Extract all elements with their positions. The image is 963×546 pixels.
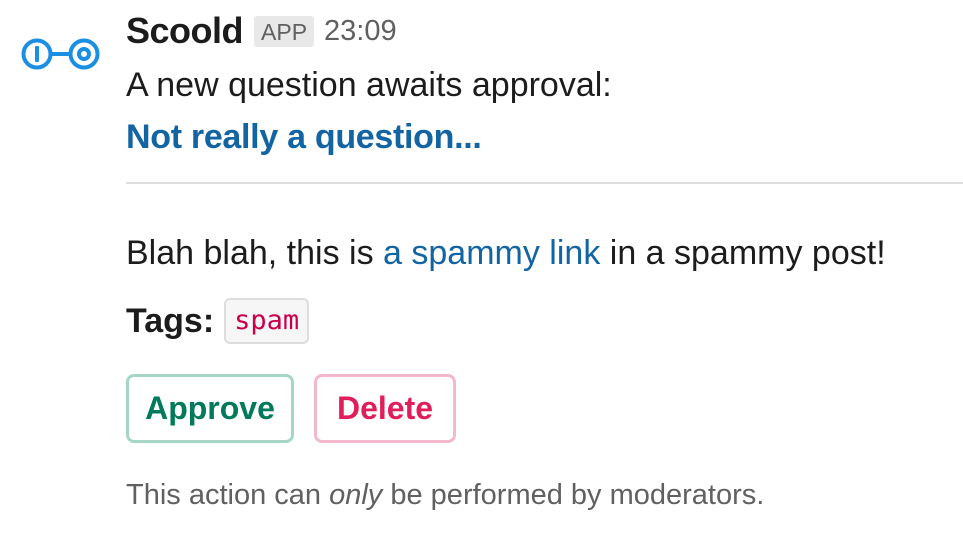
tags-row: Tags: spam [126, 298, 963, 344]
timestamp[interactable]: 23:09 [324, 15, 397, 48]
approve-button[interactable]: Approve [126, 374, 294, 443]
delete-button[interactable]: Delete [314, 374, 456, 443]
message-header: Scoold APP 23:09 [126, 8, 963, 54]
footnote-before: This action can [126, 479, 330, 511]
question-title-link[interactable]: Not really a question... [126, 116, 482, 158]
body-text-after: in a spammy post! [600, 234, 886, 272]
body-text-before: Blah blah, this is [126, 234, 384, 272]
app-badge: APP [254, 15, 315, 47]
scoold-logo-icon [21, 38, 100, 70]
tag-chip: spam [224, 298, 310, 344]
footnote-emphasis: only [329, 479, 383, 511]
footnote-after: be performed by moderators. [382, 479, 765, 511]
message-content: Scoold APP 23:09 A new question awaits a… [126, 8, 963, 512]
divider [126, 182, 963, 184]
action-buttons: Approve Delete [126, 374, 963, 443]
moderator-footnote: This action can only be performed by mod… [126, 479, 963, 512]
sender-name[interactable]: Scoold [126, 10, 244, 52]
spammy-link[interactable]: a spammy link [383, 234, 600, 272]
tags-label: Tags: [126, 301, 215, 340]
message-intro: A new question awaits approval: [126, 66, 612, 104]
question-body: Blah blah, this is a spammy link in a sp… [126, 232, 963, 274]
avatar[interactable] [20, 36, 102, 72]
